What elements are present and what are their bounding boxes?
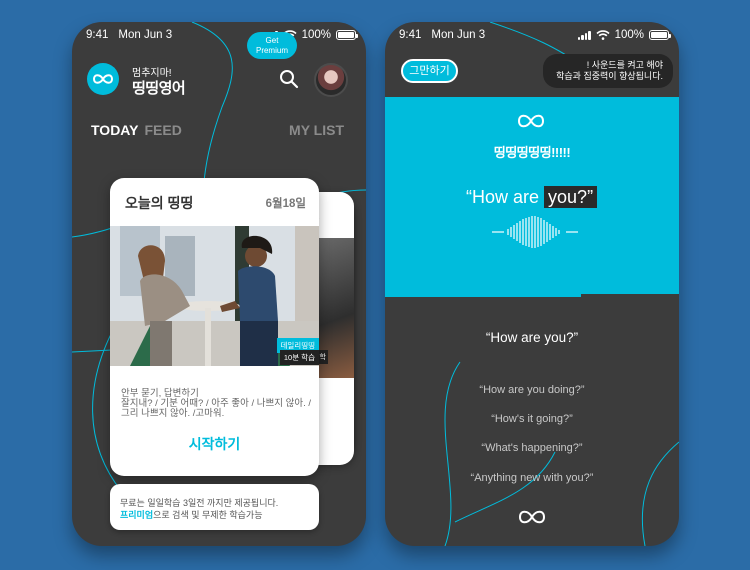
wifi-icon [596,30,610,40]
get-premium-button[interactable]: Get Premium [247,32,297,59]
promo-line-2: 프리미엄으로 검색 및 무제한 학습가능 [120,508,263,521]
status-bar: 9:41 Mon Jun 3 100% [86,28,358,42]
infinity-icon [517,114,545,128]
battery-icon [336,30,358,40]
tab-my-list[interactable]: MY LIST [289,122,344,138]
alternative-phrase[interactable]: “Anything new with you?” [385,472,679,484]
target-phrase: “How are you?” [466,186,598,208]
home-screen: 9:41 Mon Jun 3 100% 멈추지마! 띵띵영어 TODAY FEE… [72,22,366,546]
card-title: 오늘의 띵띵 [125,195,194,211]
premium-banner: 무료는 일일학습 3일전 까지만 제공됩니다. 프리미엄으로 검색 및 무제한 … [110,484,319,530]
status-time: 9:41 [399,29,422,41]
status-date: Mon Jun 3 [431,29,486,41]
signal-icon [577,30,591,40]
lesson-screen: 9:41 Mon Jun 3 100% 그만하기 ! 사운드를 켜고 해야 학습… [385,22,679,546]
toast-line-1: ! 사운드를 켜고 해야 [586,60,663,70]
battery-icon [649,30,671,40]
lesson-photo: 데일리띵띵 10분 학습 [110,226,319,366]
infinity-icon [92,74,114,84]
stop-button[interactable]: 그만하기 [401,59,458,83]
avatar[interactable] [314,63,348,97]
main-phrase: “How are you?” [485,330,579,345]
daily-lesson-card[interactable]: 오늘의 띵띵 6월18일 데일리띵띵 10분 학습 안부 묻기, 답변하기 잘지… [110,178,319,476]
status-date: Mon Jun 3 [118,29,173,41]
soundwave-icon[interactable] [492,215,578,249]
start-button[interactable]: 시작하기 [110,434,319,454]
sound-toast: ! 사운드를 켜고 해야 학습과 집중력이 향상됩니다. [543,54,673,88]
app-logo[interactable] [87,63,119,95]
card-description: 안부 묻기, 답변하기 잘지내? / 기분 어때? / 아주 좋아 / 나쁘지 … [121,389,313,419]
alternative-phrase[interactable]: “How are you doing?” [385,384,679,396]
battery-percent: 100% [301,29,331,41]
status-time: 9:41 [86,29,109,41]
panel-title: 띵띵띵띵띵!!!!! [493,145,571,160]
tab-feed[interactable]: FEED [144,122,181,138]
battery-percent: 100% [614,29,644,41]
card-date: 6월18일 [265,198,306,210]
promo-highlight: 프리미엄 [120,510,154,520]
search-icon[interactable] [278,68,300,90]
brand-title: 띵띵영어 [132,80,186,97]
card-desc-line: 그리 나쁘지 않아. /고마워. [121,408,225,419]
duration-badge: 10분 학습 [279,350,319,365]
tab-today[interactable]: TODAY [91,122,138,138]
toast-line-2: 학습과 집중력이 향상됩니다. [556,71,663,81]
infinity-icon[interactable] [517,507,547,527]
main-tabs: TODAY FEED MY LIST [91,122,344,138]
promo-line-2-rest: 으로 검색 및 무제한 학습가능 [153,510,263,520]
alternative-phrase[interactable]: “How's it going?” [385,413,679,425]
highlighted-word: you?” [544,186,598,208]
status-bar: 9:41 Mon Jun 3 100% [399,28,671,42]
alternative-phrase[interactable]: “What's happening?” [385,442,679,454]
